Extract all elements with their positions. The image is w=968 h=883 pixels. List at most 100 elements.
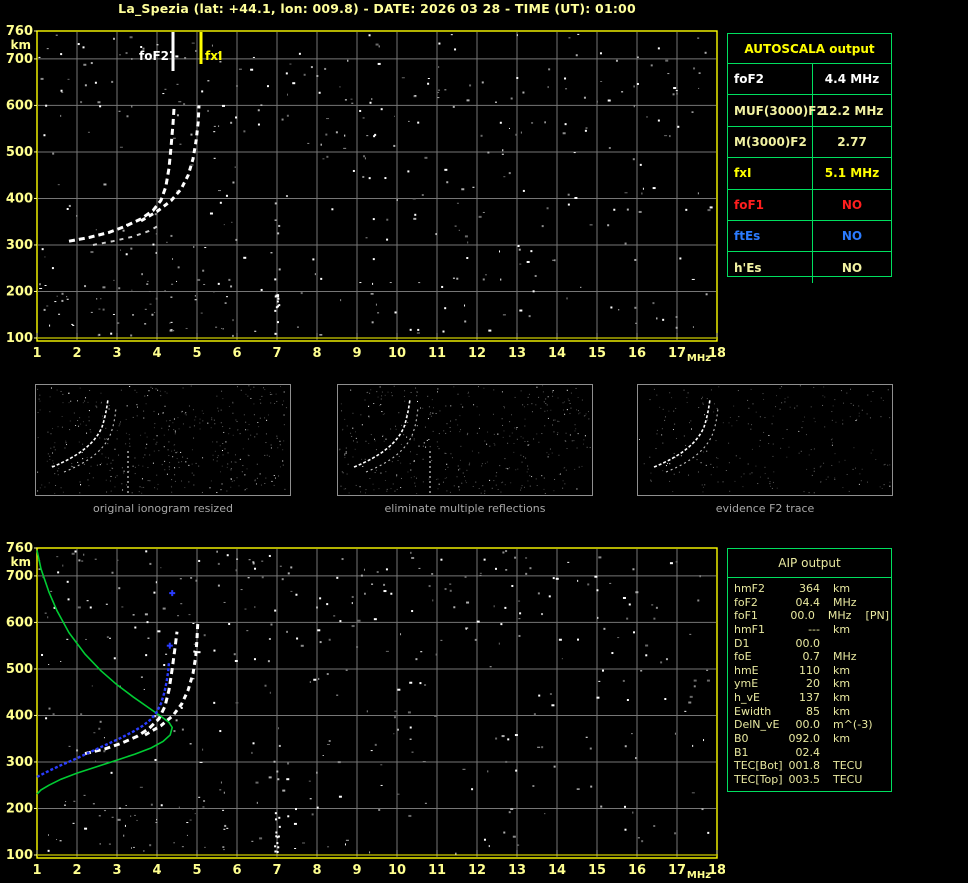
noise-dot — [192, 808, 194, 810]
noise-dot — [250, 397, 252, 399]
noise-dot — [464, 476, 466, 478]
noise-dot — [426, 439, 428, 441]
noise-dot — [577, 397, 579, 399]
noise-dot — [47, 453, 49, 455]
noise-dot — [170, 321, 173, 323]
noise-dot — [467, 392, 469, 394]
noise-dot — [390, 428, 392, 430]
noise-dot — [855, 420, 857, 422]
x-tick-label: 8 — [312, 346, 321, 361]
noise-dot — [743, 473, 745, 475]
noise-dot — [121, 467, 123, 469]
noise-dot — [437, 488, 439, 490]
aip-param-unit — [833, 746, 873, 759]
noise-dot — [563, 401, 565, 403]
noise-dot — [668, 410, 670, 412]
noise-dot — [542, 391, 544, 393]
noise-dot — [119, 421, 121, 423]
noise-dot — [650, 472, 652, 474]
noise-dot — [495, 484, 497, 486]
noise-dot — [543, 488, 545, 490]
noise-dot — [143, 486, 145, 488]
noise-dot — [417, 121, 420, 124]
noise-dot — [787, 396, 789, 398]
noise-dot — [257, 109, 260, 112]
noise-dot — [235, 702, 239, 704]
noise-dot — [672, 429, 674, 431]
aip-param-value: 20 — [806, 677, 820, 691]
noise-dot — [383, 590, 387, 593]
noise-dot — [451, 457, 453, 459]
noise-dot — [558, 421, 560, 423]
noise-dot — [365, 489, 367, 491]
noise-dot — [667, 73, 670, 75]
noise-dot — [49, 455, 51, 457]
noise-dot — [371, 98, 373, 101]
noise-dot — [276, 321, 279, 324]
noise-dot — [889, 481, 891, 483]
noise-dot — [188, 481, 190, 483]
noise-dot — [599, 52, 602, 55]
noise-dot — [396, 488, 398, 490]
noise-dot — [280, 385, 282, 387]
noise-dot — [86, 457, 88, 459]
noise-dot — [158, 808, 161, 810]
noise-dot — [455, 852, 457, 855]
noise-dot — [484, 492, 486, 494]
noise-dot — [491, 487, 493, 489]
noise-dot — [416, 477, 418, 479]
noise-dot — [184, 413, 186, 415]
noise-dot — [54, 473, 56, 475]
noise-dot — [552, 395, 554, 397]
noise-dot — [458, 486, 460, 488]
noise-dot — [493, 605, 495, 608]
noise-dot — [340, 299, 342, 302]
noise-dot — [492, 413, 494, 415]
autoscala-param-value: NO — [841, 229, 863, 244]
aip-param-value: 00.0 — [795, 718, 821, 732]
noise-dot — [94, 81, 97, 84]
noise-dot — [119, 807, 122, 809]
noise-dot — [61, 91, 64, 93]
noise-dot — [413, 439, 415, 441]
noise-dot — [412, 198, 416, 200]
noise-dot — [782, 437, 784, 439]
noise-dot — [143, 850, 145, 852]
noise-dot — [144, 432, 146, 434]
noise-dot — [547, 396, 549, 398]
noise-dot — [226, 827, 229, 829]
noise-dot — [147, 467, 149, 469]
aip-param-value: 001.8 — [788, 759, 821, 773]
noise-dot — [382, 413, 384, 415]
noise-dot — [150, 386, 152, 388]
noise-dot — [199, 761, 203, 763]
noise-dot — [397, 688, 401, 691]
noise-dot — [60, 390, 62, 392]
noise-dot — [632, 811, 634, 814]
noise-dot — [502, 314, 506, 316]
noise-dot — [717, 481, 719, 483]
noise-dot — [823, 386, 825, 388]
noise-dot — [66, 580, 69, 583]
noise-dot — [748, 407, 750, 409]
noise-dot — [134, 389, 136, 391]
noise-dot — [511, 414, 513, 416]
noise-dot — [728, 462, 730, 464]
noise-dot — [362, 465, 364, 467]
noise-dot — [113, 657, 116, 660]
noise-dot — [768, 434, 770, 436]
noise-dot — [48, 664, 50, 666]
noise-dot — [452, 277, 455, 279]
noise-dot — [489, 479, 491, 481]
noise-dot — [155, 822, 158, 824]
noise-dot — [145, 403, 147, 405]
noise-dot — [718, 386, 720, 388]
noise-dot — [495, 737, 498, 740]
noise-dot — [692, 326, 694, 328]
noise-dot — [155, 251, 157, 254]
noise-dot — [235, 454, 237, 456]
noise-dot — [553, 431, 555, 433]
noise-dot — [410, 469, 412, 471]
noise-dot — [768, 443, 770, 445]
noise-dot — [216, 457, 218, 459]
